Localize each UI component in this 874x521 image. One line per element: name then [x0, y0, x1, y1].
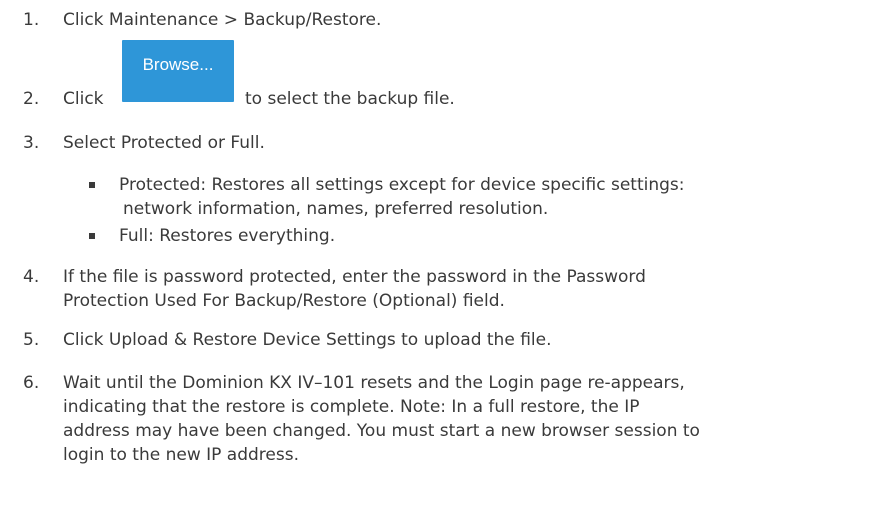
step-text: If the file is password protected, enter… [63, 267, 646, 287]
step-text: indicating that the restore is complete.… [63, 397, 640, 417]
step-text-prefix: Click [63, 89, 104, 109]
bullet-icon [89, 182, 95, 188]
browse-button[interactable]: Browse... [122, 40, 234, 102]
step-text: Click Upload & Restore Device Settings t… [63, 330, 552, 350]
step-text: Protection Used For Backup/Restore (Opti… [63, 291, 505, 311]
step-text: Wait until the Dominion KX IV–101 resets… [63, 373, 685, 393]
step-text-suffix: to select the backup file. [245, 89, 455, 109]
step-text: address may have been changed. You must … [63, 421, 700, 441]
step-number: 2. [23, 89, 40, 109]
step-number: 3. [23, 133, 40, 153]
bullet-icon [89, 233, 95, 239]
step-text: Select Protected or Full. [63, 133, 265, 153]
step-text: login to the new IP address. [63, 445, 299, 465]
document-page: 1. Click Maintenance > Backup/Restore. 2… [0, 0, 874, 521]
sub-item-text: Full: Restores everything. [119, 226, 336, 246]
step-text: Click Maintenance > Backup/Restore. [63, 10, 382, 30]
sub-item-text: Protected: Restores all settings except … [119, 175, 685, 195]
step-number: 4. [23, 267, 40, 287]
step-number: 1. [23, 10, 40, 30]
step-number: 6. [23, 373, 40, 393]
sub-item-text: network information, names, preferred re… [123, 199, 549, 219]
step-number: 5. [23, 330, 40, 350]
